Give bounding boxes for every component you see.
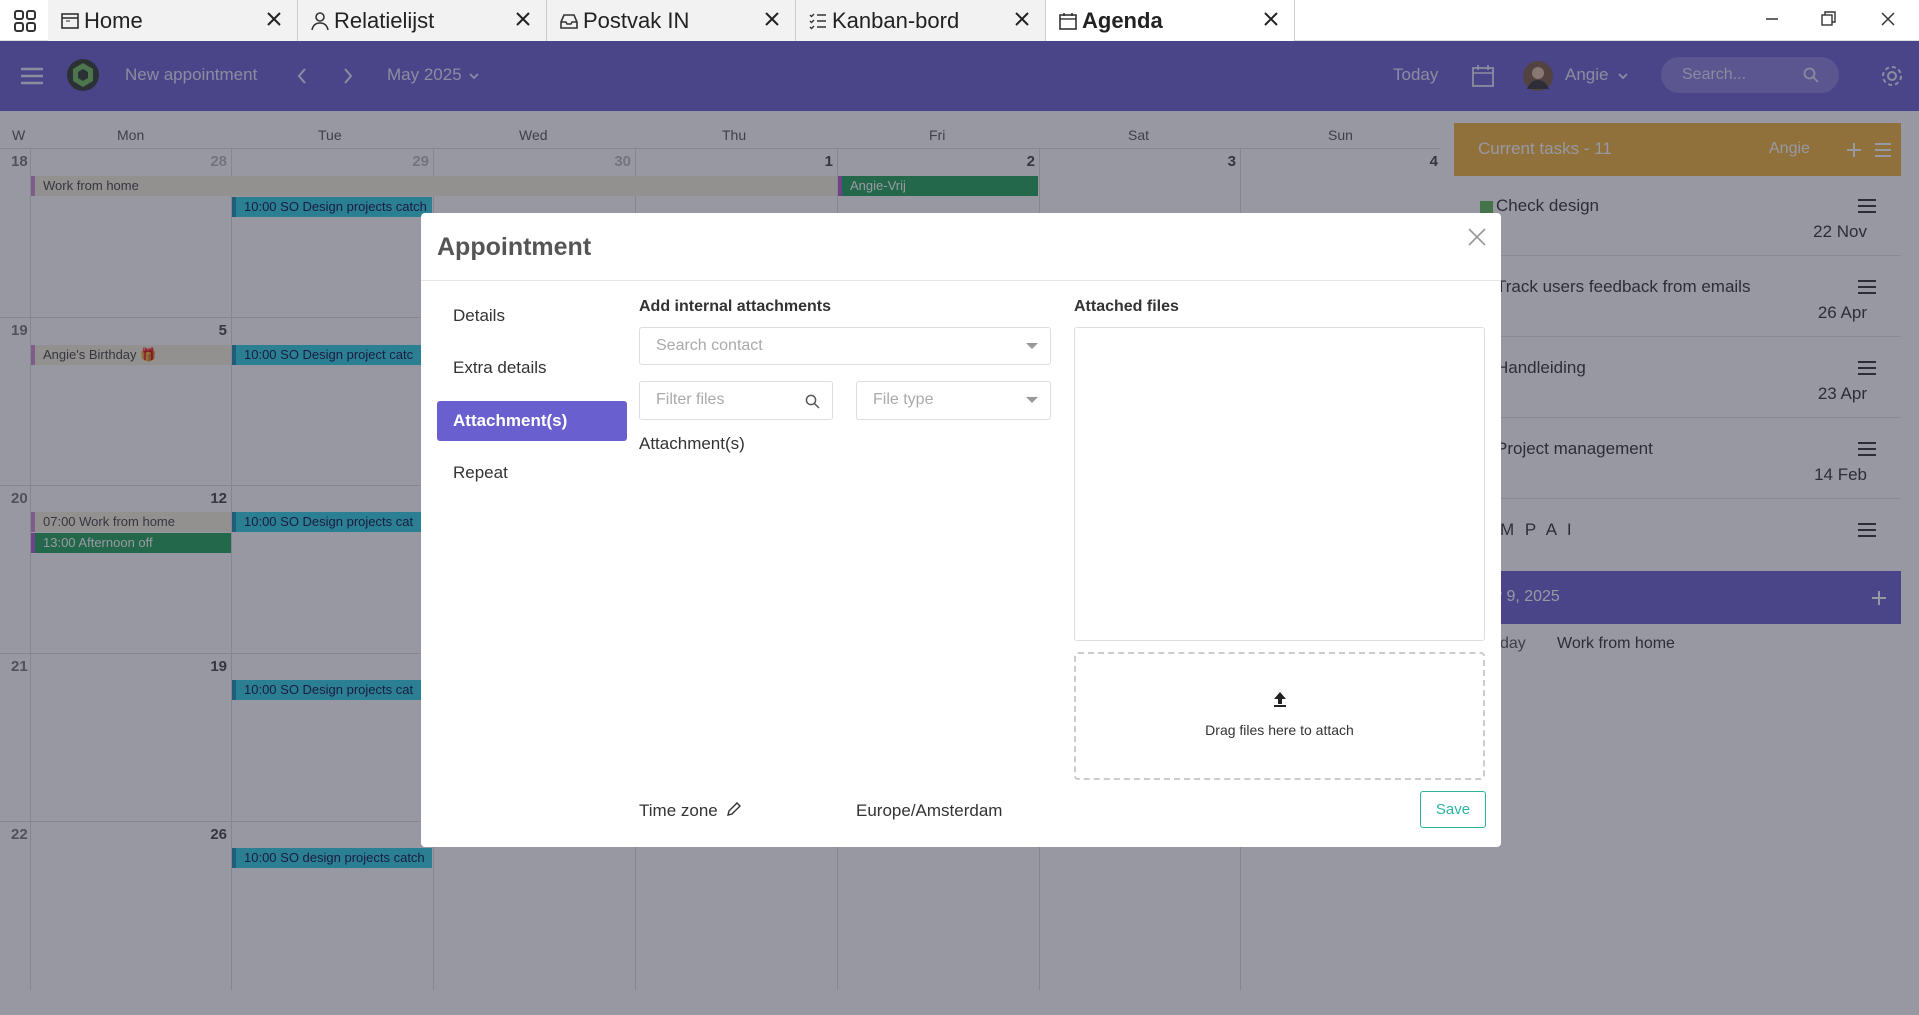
tab-postvak-in[interactable]: Postvak IN — [547, 0, 796, 41]
nav-attachments[interactable]: Attachment(s) — [437, 401, 627, 441]
minimize-icon[interactable] — [1757, 6, 1787, 32]
dropdown-caret-icon — [1026, 397, 1038, 403]
close-icon[interactable] — [1467, 227, 1487, 247]
apps-grid-icon[interactable] — [14, 10, 36, 32]
nav-details[interactable]: Details — [437, 296, 627, 336]
tab-kanban-bord[interactable]: Kanban-bord — [796, 0, 1046, 41]
attachments-list-label: Attachment(s) — [639, 434, 745, 453]
attached-files-label: Attached files — [1074, 298, 1179, 315]
close-tab-icon[interactable] — [1013, 10, 1031, 28]
restore-icon[interactable] — [1813, 6, 1843, 32]
search-icon — [805, 394, 820, 409]
tab-bar: Home Relatielijst Postvak IN Kanban-bord… — [0, 0, 1919, 41]
timezone-label: Time zone — [639, 801, 718, 820]
close-tab-icon[interactable] — [1262, 10, 1280, 28]
divider — [421, 280, 1501, 281]
close-tab-icon[interactable] — [265, 10, 283, 28]
upload-icon — [1274, 692, 1286, 707]
tab-label: Postvak IN — [583, 8, 690, 33]
dropdown-caret-icon — [1026, 343, 1038, 349]
internal-attachments-label: Add internal attachments — [639, 298, 832, 315]
appointment-dialog: Appointment Details Extra details Attach… — [421, 213, 1501, 847]
tab-label: Home — [84, 8, 143, 33]
calendar-icon — [1059, 13, 1077, 30]
filter-files-placeholder: Filter files — [656, 391, 725, 408]
close-tab-icon[interactable] — [514, 10, 532, 28]
checklist-icon — [809, 13, 826, 30]
file-type-placeholder: File type — [873, 391, 934, 408]
search-contact-select[interactable]: Search contact — [639, 327, 1051, 365]
nav-repeat[interactable]: Repeat — [437, 453, 627, 493]
person-icon — [311, 12, 329, 31]
tab-home[interactable]: Home — [48, 0, 298, 41]
tab-agenda[interactable]: Agenda — [1046, 0, 1295, 41]
file-type-select[interactable]: File type — [856, 381, 1051, 420]
tab-label: Relatielijst — [334, 8, 435, 33]
tab-label: Kanban-bord — [832, 8, 960, 33]
window-close-icon[interactable] — [1873, 6, 1903, 32]
dialog-title: Appointment — [437, 233, 592, 261]
tab-relatielijst[interactable]: Relatielijst — [298, 0, 547, 41]
save-button[interactable]: Save — [1420, 791, 1486, 828]
timezone-value: Europe/Amsterdam — [856, 801, 1003, 820]
nav-extra-details[interactable]: Extra details — [437, 348, 627, 388]
drop-zone-text: Drag files here to attach — [1205, 722, 1354, 738]
close-tab-icon[interactable] — [763, 10, 781, 28]
attached-files-list — [1074, 327, 1485, 641]
search-contact-placeholder: Search contact — [656, 337, 763, 354]
tab-label: Agenda — [1082, 8, 1163, 33]
inbox-icon — [560, 14, 578, 29]
pencil-icon[interactable] — [726, 801, 742, 817]
home-icon — [61, 13, 79, 29]
filter-files-input[interactable]: Filter files — [639, 381, 833, 420]
file-drop-zone[interactable]: Drag files here to attach — [1074, 652, 1485, 780]
